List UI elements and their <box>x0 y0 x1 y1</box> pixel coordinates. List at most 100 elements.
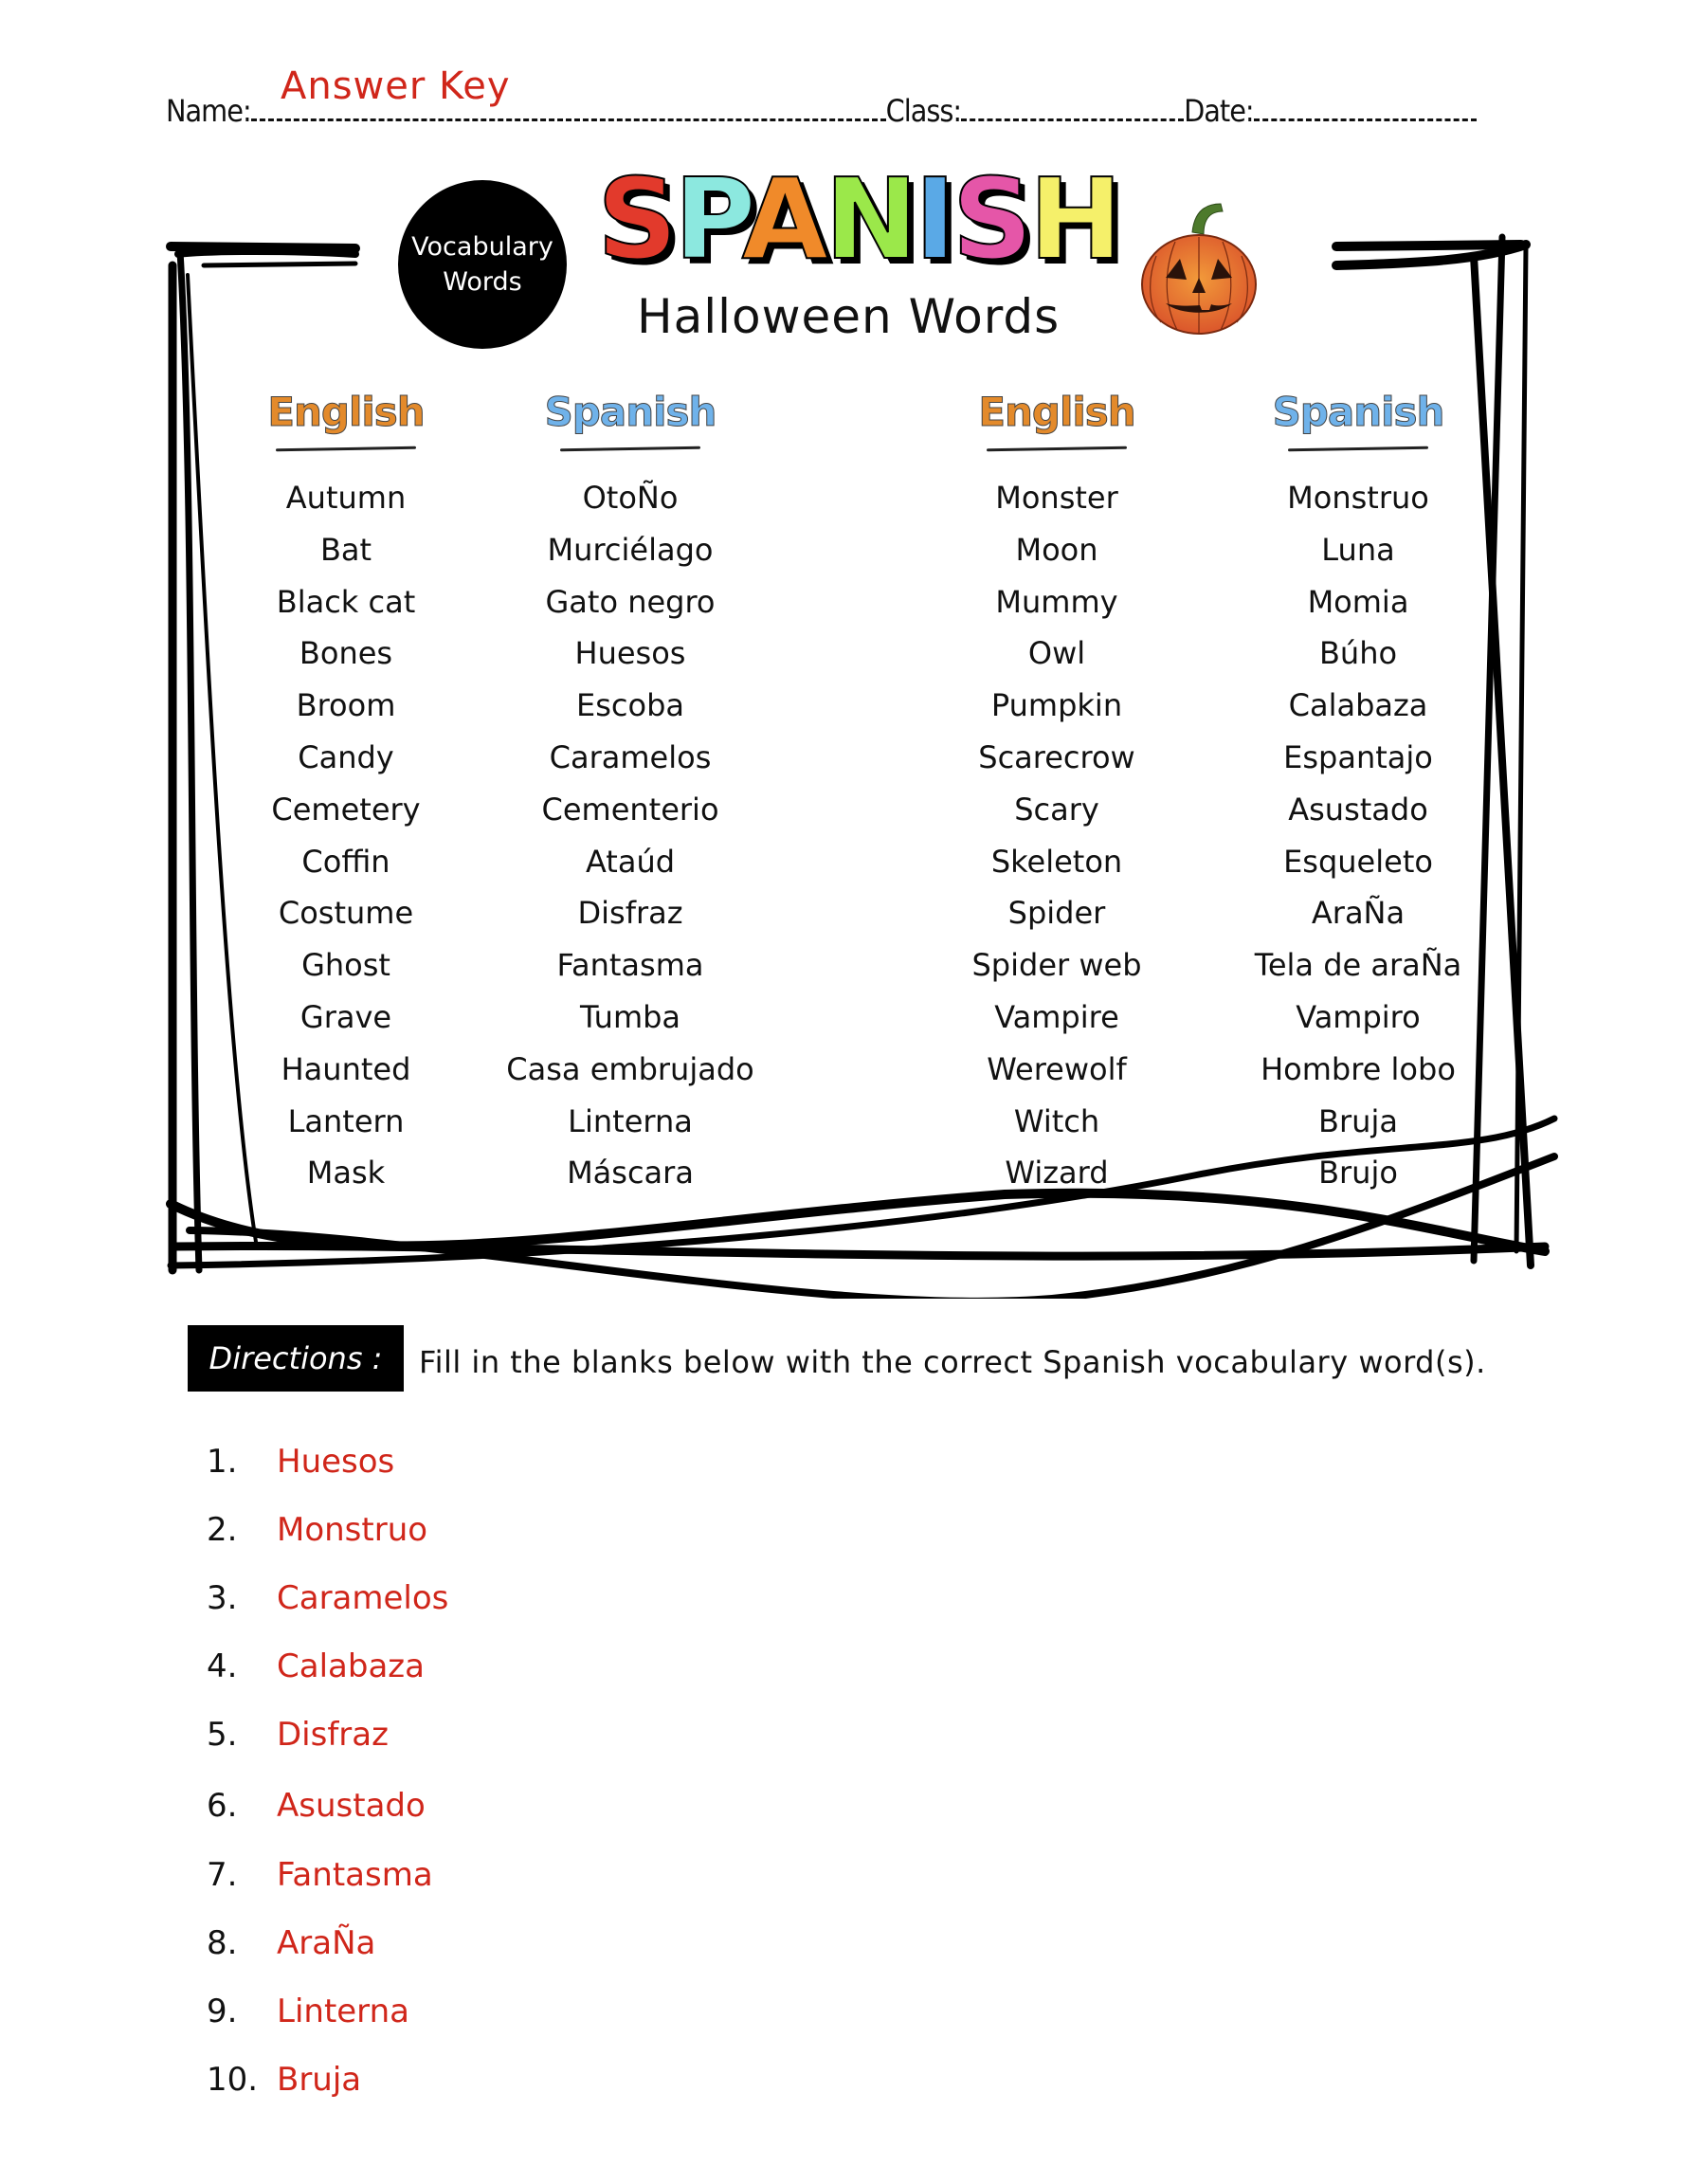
english-word: Mask <box>306 1155 386 1192</box>
spanish-word: Caramelos <box>549 738 712 775</box>
english-word: Mummy <box>995 583 1118 620</box>
spanish-word: Esqueleto <box>1283 843 1433 880</box>
left-english-column: English Autumn Bat Black cat Bones Broom Cand… <box>204 389 488 1206</box>
english-word: Broom <box>296 687 396 724</box>
answer-word[interactable]: Caramelos <box>277 1579 448 1617</box>
english-word: Scary <box>1014 791 1099 828</box>
spanish-word-list: Monstruo Luna Momia Búho Calabaza Espantajo As… <box>1216 479 1500 1206</box>
header-underline <box>275 446 417 452</box>
class-label: Class: <box>885 93 962 129</box>
spanish-word: Asustado <box>1288 791 1428 828</box>
answer-number: 4. <box>207 1647 238 1685</box>
class-field[interactable] <box>961 98 1185 121</box>
english-word: Candy <box>298 738 394 775</box>
title-letter: N <box>824 154 919 284</box>
jack-o-lantern-icon <box>1141 203 1257 335</box>
spanish-word: Brujo <box>1318 1155 1398 1192</box>
right-spanish-column: Spanish Monstruo Luna Momia Búho Calabaza Esp… <box>1216 389 1500 1206</box>
spanish-word: Cementerio <box>541 791 719 828</box>
subtitle: Halloween Words <box>637 289 1061 344</box>
title-letter: P <box>673 154 747 284</box>
spanish-word: Casa embrujado <box>506 1050 754 1087</box>
english-word: Ghost <box>301 947 390 984</box>
answer-number: 10. <box>207 2061 259 2099</box>
spanish-word: Tela de araÑa <box>1254 947 1462 984</box>
english-word: Grave <box>299 998 392 1035</box>
english-word: Spider web <box>971 947 1142 984</box>
spanish-header: Spanish <box>1272 389 1445 436</box>
answer-word[interactable]: Asustado <box>277 1787 426 1825</box>
spanish-word: Vampiro <box>1296 998 1421 1035</box>
english-word: Cemetery <box>271 791 421 828</box>
spanish-word: Gato negro <box>545 583 716 620</box>
english-word: Skeleton <box>990 843 1123 880</box>
directions-label: Directions : <box>188 1325 404 1392</box>
spanish-word: Calabaza <box>1288 687 1428 724</box>
answer-number: 9. <box>207 1993 238 2030</box>
answer-number: 1. <box>207 1443 238 1481</box>
name-label: Name: <box>166 93 252 129</box>
answer-number: 7. <box>207 1856 238 1894</box>
left-spanish-column: Spanish OtoÑo Murciélago Gato negro Huesos E… <box>488 389 772 1206</box>
english-word-list: Autumn Bat Black cat Bones Broom Candy Cemeter… <box>204 479 488 1206</box>
title-letter: I <box>914 154 957 284</box>
english-word-list: Monster Moon Mummy Owl Pumpkin Scarecrow Scary… <box>915 479 1199 1206</box>
english-word: Werewolf <box>987 1050 1127 1087</box>
english-word: Spider <box>1007 895 1106 932</box>
english-word: Scarecrow <box>978 738 1135 775</box>
spanish-word: AraÑa <box>1311 895 1406 932</box>
english-word: Lantern <box>287 1102 405 1139</box>
spanish-header: Spanish <box>544 389 717 436</box>
title-letter: S <box>952 154 1034 284</box>
english-header: English <box>267 389 426 436</box>
spanish-word: Linterna <box>568 1102 693 1139</box>
answer-word[interactable]: Bruja <box>277 2061 361 2099</box>
answer-word[interactable]: AraÑa <box>277 1924 375 1962</box>
spanish-word: Murciélago <box>547 531 714 568</box>
spanish-word: Hombre lobo <box>1261 1050 1456 1087</box>
english-word: Autumn <box>285 480 407 516</box>
english-word: Moon <box>1015 531 1098 568</box>
spanish-word-list: OtoÑo Murciélago Gato negro Huesos Escoba Car… <box>488 479 772 1206</box>
spanish-word: Máscara <box>567 1155 694 1192</box>
spanish-word: Espantajo <box>1283 738 1433 775</box>
answer-number: 3. <box>207 1579 238 1617</box>
english-word: Vampire <box>994 998 1119 1035</box>
header-underline <box>986 446 1128 452</box>
spanish-word: Disfraz <box>577 895 683 932</box>
directions-text: Fill in the blanks below with the correc… <box>419 1344 1486 1380</box>
spanish-word: Escoba <box>576 687 684 724</box>
answer-number: 8. <box>207 1924 238 1962</box>
answer-word[interactable]: Calabaza <box>277 1647 425 1685</box>
spanish-word: Búho <box>1318 635 1398 672</box>
answer-word[interactable]: Monstruo <box>277 1511 427 1549</box>
spanish-word: Huesos <box>574 635 686 672</box>
spanish-word: Tumba <box>579 998 681 1035</box>
english-word: Witch <box>1013 1102 1100 1139</box>
right-english-column: English Monster Moon Mummy Owl Pumpkin Scarec… <box>915 389 1199 1206</box>
spanish-word: Monstruo <box>1287 480 1429 516</box>
header-underline <box>1287 446 1429 452</box>
title-letter: A <box>741 154 829 284</box>
answer-number: 2. <box>207 1511 238 1549</box>
vocabulary-words-badge: Vocabulary Words <box>398 180 567 349</box>
badge-line-2: Words <box>443 267 522 297</box>
spanish-word: Fantasma <box>556 947 704 984</box>
answer-word[interactable]: Fantasma <box>277 1856 433 1894</box>
answer-word[interactable]: Linterna <box>277 1993 409 2030</box>
answer-word[interactable]: Disfraz <box>277 1716 389 1754</box>
spanish-word: Bruja <box>1318 1102 1398 1139</box>
answer-number: 5. <box>207 1716 238 1754</box>
answer-word[interactable]: Huesos <box>277 1443 394 1481</box>
name-field[interactable] <box>250 98 886 121</box>
english-word: Black cat <box>276 583 416 620</box>
spanish-word: Momia <box>1307 583 1409 620</box>
title-letter: H <box>1028 154 1124 284</box>
english-word: Pumpkin <box>990 687 1123 724</box>
badge-line-1: Vocabulary <box>411 232 553 262</box>
english-word: Bones <box>299 635 393 672</box>
date-field[interactable] <box>1253 98 1477 121</box>
english-header: English <box>978 389 1136 436</box>
spanish-word: Luna <box>1321 531 1395 568</box>
spanish-word: OtoÑo <box>582 480 679 516</box>
